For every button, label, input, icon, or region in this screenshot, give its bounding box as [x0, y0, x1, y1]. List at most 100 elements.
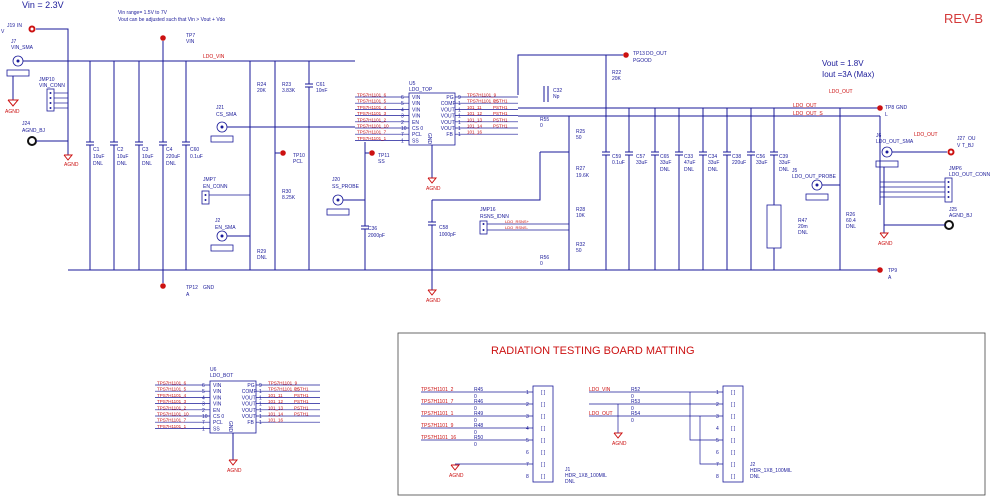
- ic-pin-label: VOUT: [441, 120, 455, 126]
- ic-pin-number: 6: [202, 383, 205, 389]
- matting-title: RADIATION TESTING BOARD MATTING: [491, 345, 695, 357]
- header-pin-slot: [ ]: [541, 390, 546, 396]
- ic-net-label: 101_11: [467, 105, 482, 110]
- svg-text:T_BJ: T_BJ: [962, 143, 974, 149]
- header-pin-slot: [ ]: [731, 414, 736, 420]
- ic-net-label: TPS7H1101_2: [357, 117, 387, 122]
- ic-net-label: TPS7H1101_10: [157, 412, 189, 417]
- svg-text:V: V: [957, 143, 961, 149]
- ic-pin-label: PG: [247, 383, 254, 389]
- tp9-testpoint[interactable]: [877, 267, 883, 273]
- j19-ref: J19: [7, 23, 15, 29]
- svg-text:10K: 10K: [576, 213, 586, 219]
- ic-net-label: PSTH1: [294, 387, 309, 392]
- svg-text:LDO_OUT: LDO_OUT: [914, 132, 938, 138]
- agnd-symbol-icon: [63, 154, 74, 161]
- svg-text:LDO_RSNS-: LDO_RSNS-: [505, 225, 529, 230]
- ic-net-label: TPS7H1101_3: [357, 111, 387, 116]
- header-pin-slot: [ ]: [731, 402, 736, 408]
- svg-text:47uF: 47uF: [684, 160, 695, 166]
- agnd-symbol-icon: [427, 177, 438, 184]
- ic-pin-label: VIN: [213, 389, 222, 395]
- svg-text:EN_SMA: EN_SMA: [215, 225, 236, 231]
- ic-net-label: 101_13: [268, 405, 284, 410]
- svg-text:OU: OU: [968, 136, 976, 142]
- agnd-symbol-icon: [613, 432, 624, 439]
- svg-text:LDO_OUT_PROBE: LDO_OUT_PROBE: [792, 174, 837, 180]
- ic-pin-label: VIN: [213, 383, 222, 389]
- tp10-testpoint[interactable]: [280, 150, 286, 156]
- tp7-testpoint[interactable]: [160, 35, 166, 41]
- ic-net-label: TPS7H1101_5: [357, 99, 387, 104]
- svg-text:C36: C36: [368, 226, 377, 232]
- svg-text:GND: GND: [227, 421, 233, 433]
- ic-pin-number: 1: [458, 126, 461, 132]
- svg-text:DNL: DNL: [779, 167, 789, 173]
- jmp10-label: VIN_CONN: [39, 83, 65, 89]
- ic-pin-label: VOUT: [242, 395, 256, 401]
- ic-pin-number: 4: [401, 107, 404, 113]
- svg-text:0: 0: [540, 123, 543, 129]
- svg-text:AGND: AGND: [426, 298, 441, 304]
- svg-text:33uF: 33uF: [756, 160, 767, 166]
- header-pin-number: 4: [716, 426, 719, 432]
- tp11-testpoint[interactable]: [369, 150, 375, 156]
- svg-text:TP13: TP13: [633, 51, 645, 57]
- header-pin-number: 1: [716, 390, 719, 396]
- svg-text:PCL: PCL: [293, 159, 303, 165]
- matting-resistor-ref: R52: [631, 387, 640, 393]
- ic-net-label: 101_14: [268, 412, 284, 417]
- tp12-testpoint[interactable]: [160, 283, 166, 289]
- svg-text:C60: C60: [190, 147, 199, 153]
- ic-pin-number: 3: [202, 402, 205, 408]
- jmp7-header[interactable]: [201, 190, 210, 205]
- svg-text:L: L: [885, 112, 888, 118]
- svg-text:LDO_OUT: LDO_OUT: [793, 103, 817, 109]
- svg-text:33uF: 33uF: [708, 160, 719, 166]
- svg-text:33uF: 33uF: [779, 160, 790, 166]
- ic-net-label: PSTH1: [493, 111, 508, 116]
- header-pin-slot: [ ]: [731, 438, 736, 444]
- svg-text:AGND_BJ: AGND_BJ: [949, 213, 973, 219]
- ic-pin-label: COMP: [242, 389, 258, 395]
- header-pin-number: 2: [526, 402, 529, 408]
- ic-net-label: PSTH1: [493, 124, 508, 129]
- svg-text:2000pF: 2000pF: [368, 233, 385, 239]
- svg-text:0.1uF: 0.1uF: [190, 154, 203, 160]
- svg-text:C3: C3: [142, 147, 149, 153]
- schematic: Vin = 2.3V Vin range= 1.5V to 7V Vout ca…: [1, 0, 991, 496]
- svg-text:C58: C58: [439, 225, 448, 231]
- ic-pin-label: VOUT: [441, 114, 455, 120]
- ic-pin-number: 1: [259, 414, 262, 420]
- j24-banana-icon[interactable]: [27, 136, 37, 146]
- vin-title: Vin = 2.3V: [22, 0, 64, 10]
- ic-pin-number: 7: [401, 132, 404, 138]
- svg-text:R27: R27: [576, 166, 585, 172]
- svg-text:TP9: TP9: [888, 268, 897, 274]
- jmp16-header[interactable]: [479, 220, 488, 235]
- ic-pin-number: 4: [202, 395, 205, 401]
- ic-net-label: TPS7H1101_7: [157, 418, 187, 423]
- j25-banana-icon[interactable]: [944, 220, 954, 230]
- svg-text:AGND: AGND: [64, 162, 79, 168]
- svg-text:TP8: TP8: [885, 105, 894, 111]
- header-pin-slot: [ ]: [731, 462, 736, 468]
- svg-text:LDO_BOT: LDO_BOT: [210, 373, 233, 379]
- matting-resistor-ref: R48: [474, 423, 483, 429]
- ic-net-label: 101_16: [268, 418, 284, 423]
- header-pin-number: 8: [526, 474, 529, 480]
- ic-pin-number: 1: [259, 420, 262, 426]
- ic-pin-number: 1: [458, 120, 461, 126]
- ic-pin-number: 1: [259, 395, 262, 401]
- svg-text:AGND: AGND: [449, 473, 464, 479]
- ic-pin-label: VIN: [213, 395, 222, 401]
- tp13-testpoint[interactable]: [623, 52, 629, 58]
- tp8-testpoint[interactable]: [877, 105, 883, 111]
- svg-text:C2: C2: [117, 147, 124, 153]
- ic-net-label: PSTH1: [294, 399, 309, 404]
- svg-text:LDO_TOP: LDO_TOP: [409, 87, 433, 93]
- svg-text:33uF: 33uF: [660, 160, 671, 166]
- svg-text:LDO_RSNS+: LDO_RSNS+: [505, 219, 530, 224]
- ic-pin-label: PCL: [412, 132, 422, 138]
- header-pin-slot: [ ]: [541, 402, 546, 408]
